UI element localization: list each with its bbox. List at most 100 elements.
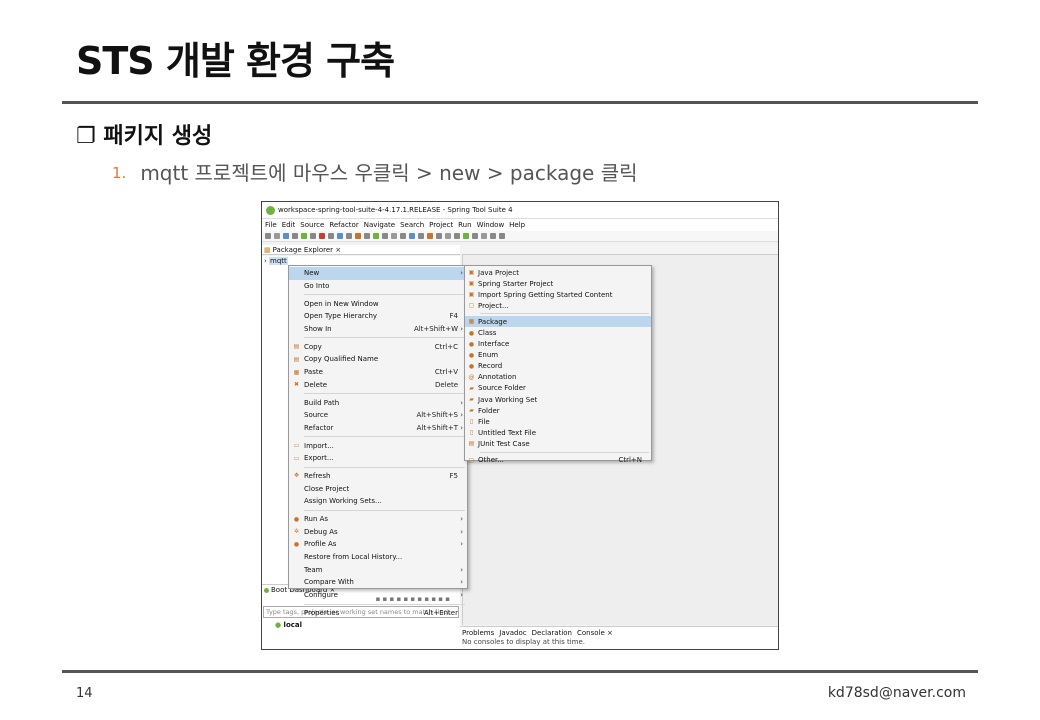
context-menu-item-export[interactable]: ▭ Export... [289,452,467,465]
tree-row-project[interactable]: › mqtt [262,257,288,265]
toolbar-button-icon[interactable] [301,233,307,239]
new-submenu-item-source-folder[interactable]: ▰ Source Folder [465,383,651,394]
new-submenu-item-record[interactable]: ● Record [465,361,651,372]
menu-separator [480,451,649,453]
context-menu-item-source[interactable]: Source Alt+Shift+S › [289,409,467,422]
new-submenu-item-enum[interactable]: ● Enum [465,350,651,361]
context-menu-item-configure[interactable]: Configure › [289,589,467,602]
context-menu-item-debug-as[interactable]: ✲ Debug As › [289,525,467,538]
toolbar-button-icon[interactable] [319,233,325,239]
context-menu-item-copy-qualified-name[interactable]: ▤ Copy Qualified Name [289,353,467,366]
context-menu-item-go-into[interactable]: Go Into [289,280,467,293]
toolbar-button-icon[interactable] [373,233,379,239]
context-menu-item-refresh[interactable]: ✥ Refresh F5 [289,470,467,483]
console-tab-console[interactable]: Console × [577,629,613,637]
menu-item-label: Copy [304,342,322,351]
context-menu-item-compare-with[interactable]: Compare With › [289,576,467,589]
toolbar-button-icon[interactable] [310,233,316,239]
toolbar-button-icon[interactable] [400,233,406,239]
context-menu-item-refactor[interactable]: Refactor Alt+Shift+T › [289,422,467,435]
context-menu-item-open-in-new-window[interactable]: Open in New Window [289,297,467,310]
new-submenu-item-untitled-text-file[interactable]: ▯ Untitled Text File [465,427,651,438]
menu-source[interactable]: Source [300,221,324,229]
menu-window[interactable]: Window [477,221,505,229]
toolbar-button-icon[interactable] [499,233,505,239]
new-submenu-item-java-working-set[interactable]: ▰ Java Working Set [465,394,651,405]
console-tab-declaration[interactable]: Declaration [532,629,572,637]
context-menu-item-run-as[interactable]: ● Run As › [289,513,467,526]
menu-help[interactable]: Help [509,221,525,229]
toolbar-button-icon[interactable] [490,233,496,239]
console-tab-javadoc[interactable]: Javadoc [499,629,526,637]
window-title: workspace-spring-tool-suite-4-4.17.1.REL… [278,206,513,214]
menu-project[interactable]: Project [429,221,453,229]
java-working-set-icon: ▰ [469,396,474,404]
context-menu-item-properties[interactable]: Properties Alt+Enter [289,607,467,620]
export-icon: ▭ [293,454,300,462]
context-menu-item-profile-as[interactable]: ● Profile As › [289,538,467,551]
toolbar-button-icon[interactable] [364,233,370,239]
context-menu-item-open-type-hierarchy[interactable]: Open Type Hierarchy F4 [289,310,467,323]
menu-item-label: Open in New Window [304,299,379,308]
new-submenu-item-folder[interactable]: ▰ Folder [465,405,651,416]
toolbar-button-icon[interactable] [418,233,424,239]
menu-separator [304,337,465,339]
copy-icon: ▤ [293,343,300,351]
new-submenu-item-annotation[interactable]: @ Annotation [465,372,651,383]
new-submenu-item-project[interactable]: ▢ Project... [465,300,651,311]
context-menu-item-build-path[interactable]: Build Path › [289,396,467,409]
toolbar-button-icon[interactable] [265,233,271,239]
menu-run[interactable]: Run [458,221,471,229]
toolbar-button-icon[interactable] [328,233,334,239]
context-menu-item-delete[interactable]: ✖ Delete Delete [289,379,467,392]
context-menu-item-import[interactable]: ▭ Import... [289,439,467,452]
toolbar-button-icon[interactable] [481,233,487,239]
toolbar-button-icon[interactable] [472,233,478,239]
menu-edit[interactable]: Edit [282,221,296,229]
new-submenu-item-other[interactable]: ▢ Other... Ctrl+N [465,455,651,466]
new-submenu-item-class[interactable]: ● Class [465,327,651,338]
context-menu-item-paste[interactable]: ▦ Paste Ctrl+V [289,366,467,379]
context-menu-item-assign-working-sets[interactable]: Assign Working Sets... [289,495,467,508]
menu-search[interactable]: Search [400,221,424,229]
context-menu-item-close-project[interactable]: Close Project [289,482,467,495]
boot-local-item[interactable]: ● local [262,621,460,629]
new-submenu-item-interface[interactable]: ● Interface [465,339,651,350]
new-submenu-item-file[interactable]: ▯ File [465,416,651,427]
toolbar-button-icon[interactable] [463,233,469,239]
toolbar-button-icon[interactable] [382,233,388,239]
toolbar-button-icon[interactable] [436,233,442,239]
context-menu-item-copy[interactable]: ▤ Copy Ctrl+C [289,340,467,353]
submenu-arrow-icon: › [460,565,463,574]
context-menu-item-restore-from-local-history[interactable]: Restore from Local History... [289,551,467,564]
menu-refactor[interactable]: Refactor [329,221,358,229]
new-submenu-item-java-project[interactable]: ▣ Java Project [465,267,651,278]
console-tab-problems[interactable]: Problems [462,629,494,637]
toolbar-button-icon[interactable] [445,233,451,239]
menu-separator [304,466,465,468]
context-menu-item-new[interactable]: New › [289,267,467,280]
menu-navigate[interactable]: Navigate [364,221,395,229]
toolbar-button-icon[interactable] [337,233,343,239]
new-submenu-item-junit-test-case[interactable]: ▤ JUnit Test Case [465,438,651,449]
context-menu-item-show-in[interactable]: Show In Alt+Shift+W › [289,323,467,336]
package-explorer-header[interactable]: ▦ Package Explorer × [262,245,460,255]
menu-item-label: Team [304,565,323,574]
new-submenu-item-spring-starter-project[interactable]: ▣ Spring Starter Project [465,278,651,289]
toolbar-button-icon[interactable] [355,233,361,239]
junit-test-case-icon: ▤ [468,440,475,448]
toolbar-button-icon[interactable] [283,233,289,239]
context-menu-item-team[interactable]: Team › [289,563,467,576]
expand-arrow-icon[interactable]: › [264,257,267,265]
menu-item-label: Untitled Text File [478,428,537,437]
toolbar-button-icon[interactable] [346,233,352,239]
new-submenu-item-package[interactable]: ▦ Package [465,316,651,328]
toolbar-button-icon[interactable] [391,233,397,239]
menu-file[interactable]: File [265,221,277,229]
toolbar-button-icon[interactable] [454,233,460,239]
toolbar-button-icon[interactable] [292,233,298,239]
new-submenu-item-import-spring-getting-started-content[interactable]: ▣ Import Spring Getting Started Content [465,289,651,300]
toolbar-button-icon[interactable] [274,233,280,239]
toolbar-button-icon[interactable] [409,233,415,239]
toolbar-button-icon[interactable] [427,233,433,239]
